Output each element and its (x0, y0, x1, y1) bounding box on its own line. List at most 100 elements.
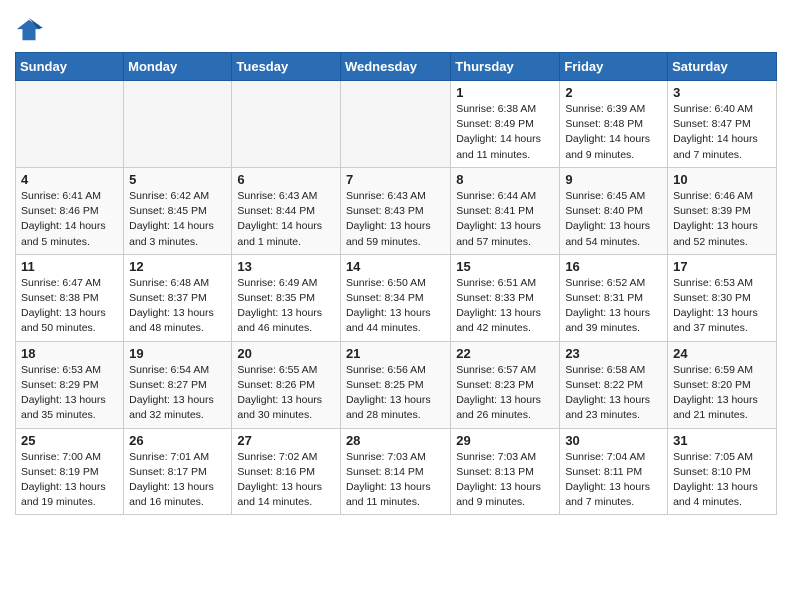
week-row-2: 11 Sunrise: 6:47 AM Sunset: 8:38 PM Dayli… (16, 254, 777, 341)
day-info: Sunrise: 6:46 AM Sunset: 8:39 PM Dayligh… (673, 189, 771, 250)
logo (15, 16, 47, 44)
calendar-cell: 3Sunrise: 6:40 AM Sunset: 8:47 PM Daylig… (668, 81, 777, 168)
day-info: Sunrise: 6:47 AM Sunset: 8:38 PM Dayligh… (21, 276, 118, 337)
day-number: 13 (237, 259, 335, 274)
day-info: Sunrise: 6:56 AM Sunset: 8:25 PM Dayligh… (346, 363, 445, 424)
day-number: 8 (456, 172, 554, 187)
day-info: Sunrise: 7:03 AM Sunset: 8:14 PM Dayligh… (346, 450, 445, 511)
day-number: 7 (346, 172, 445, 187)
day-number: 2 (565, 85, 662, 100)
header-sunday: Sunday (16, 53, 124, 81)
day-number: 14 (346, 259, 445, 274)
calendar-cell: 6 Sunrise: 6:43 AM Sunset: 8:44 PM Daylig… (232, 167, 341, 254)
calendar-cell: 9Sunrise: 6:45 AM Sunset: 8:40 PM Daylig… (560, 167, 668, 254)
calendar-cell: 28 Sunrise: 7:03 AM Sunset: 8:14 PM Dayli… (340, 428, 450, 515)
calendar-cell: 23Sunrise: 6:58 AM Sunset: 8:22 PM Dayli… (560, 341, 668, 428)
day-number: 25 (21, 433, 118, 448)
day-number: 19 (129, 346, 226, 361)
calendar-cell (16, 81, 124, 168)
calendar-cell: 17Sunrise: 6:53 AM Sunset: 8:30 PM Dayli… (668, 254, 777, 341)
day-info: Sunrise: 6:49 AM Sunset: 8:35 PM Dayligh… (237, 276, 335, 337)
calendar-cell: 10Sunrise: 6:46 AM Sunset: 8:39 PM Dayli… (668, 167, 777, 254)
day-number: 23 (565, 346, 662, 361)
calendar-cell: 18Sunrise: 6:53 AM Sunset: 8:29 PM Dayli… (16, 341, 124, 428)
day-info: Sunrise: 7:00 AM Sunset: 8:19 PM Dayligh… (21, 450, 118, 511)
day-info: Sunrise: 6:48 AM Sunset: 8:37 PM Dayligh… (129, 276, 226, 337)
day-number: 6 (237, 172, 335, 187)
day-info: Sunrise: 6:54 AM Sunset: 8:27 PM Dayligh… (129, 363, 226, 424)
day-info: Sunrise: 7:02 AM Sunset: 8:16 PM Dayligh… (237, 450, 335, 511)
page-header (15, 10, 777, 44)
day-number: 27 (237, 433, 335, 448)
calendar-cell: 31 Sunrise: 7:05 AM Sunset: 8:10 PM Dayli… (668, 428, 777, 515)
day-number: 12 (129, 259, 226, 274)
day-info: Sunrise: 6:53 AM Sunset: 8:29 PM Dayligh… (21, 363, 118, 424)
calendar-cell: 8 Sunrise: 6:44 AM Sunset: 8:41 PM Daylig… (451, 167, 560, 254)
day-info: Sunrise: 7:05 AM Sunset: 8:10 PM Dayligh… (673, 450, 771, 511)
calendar-cell: 12 Sunrise: 6:48 AM Sunset: 8:37 PM Dayli… (124, 254, 232, 341)
week-row-1: 4 Sunrise: 6:41 AM Sunset: 8:46 PM Daylig… (16, 167, 777, 254)
day-info: Sunrise: 6:43 AM Sunset: 8:43 PM Dayligh… (346, 189, 445, 250)
day-info: Sunrise: 6:59 AM Sunset: 8:20 PM Dayligh… (673, 363, 771, 424)
day-number: 5 (129, 172, 226, 187)
calendar-cell (340, 81, 450, 168)
day-number: 20 (237, 346, 335, 361)
calendar-cell: 30Sunrise: 7:04 AM Sunset: 8:11 PM Dayli… (560, 428, 668, 515)
day-info: Sunrise: 6:53 AM Sunset: 8:30 PM Dayligh… (673, 276, 771, 337)
day-number: 28 (346, 433, 445, 448)
calendar-cell: 14 Sunrise: 6:50 AM Sunset: 8:34 PM Dayli… (340, 254, 450, 341)
header-thursday: Thursday (451, 53, 560, 81)
week-row-0: 1 Sunrise: 6:38 AM Sunset: 8:49 PM Daylig… (16, 81, 777, 168)
day-info: Sunrise: 6:42 AM Sunset: 8:45 PM Dayligh… (129, 189, 226, 250)
calendar-cell: 7 Sunrise: 6:43 AM Sunset: 8:43 PM Daylig… (340, 167, 450, 254)
calendar-cell: 11 Sunrise: 6:47 AM Sunset: 8:38 PM Dayli… (16, 254, 124, 341)
day-info: Sunrise: 7:04 AM Sunset: 8:11 PM Dayligh… (565, 450, 662, 511)
calendar-cell: 13 Sunrise: 6:49 AM Sunset: 8:35 PM Dayli… (232, 254, 341, 341)
week-row-4: 25 Sunrise: 7:00 AM Sunset: 8:19 PM Dayli… (16, 428, 777, 515)
day-info: Sunrise: 6:38 AM Sunset: 8:49 PM Dayligh… (456, 102, 554, 163)
day-number: 16 (565, 259, 662, 274)
calendar-cell: 5 Sunrise: 6:42 AM Sunset: 8:45 PM Daylig… (124, 167, 232, 254)
calendar-cell: 27 Sunrise: 7:02 AM Sunset: 8:16 PM Dayli… (232, 428, 341, 515)
day-info: Sunrise: 6:43 AM Sunset: 8:44 PM Dayligh… (237, 189, 335, 250)
day-number: 1 (456, 85, 554, 100)
day-info: Sunrise: 7:03 AM Sunset: 8:13 PM Dayligh… (456, 450, 554, 511)
day-info: Sunrise: 6:50 AM Sunset: 8:34 PM Dayligh… (346, 276, 445, 337)
calendar-cell: 22 Sunrise: 6:57 AM Sunset: 8:23 PM Dayli… (451, 341, 560, 428)
day-info: Sunrise: 6:41 AM Sunset: 8:46 PM Dayligh… (21, 189, 118, 250)
calendar-cell: 25 Sunrise: 7:00 AM Sunset: 8:19 PM Dayli… (16, 428, 124, 515)
day-number: 21 (346, 346, 445, 361)
day-number: 11 (21, 259, 118, 274)
header-saturday: Saturday (668, 53, 777, 81)
header-friday: Friday (560, 53, 668, 81)
day-info: Sunrise: 6:57 AM Sunset: 8:23 PM Dayligh… (456, 363, 554, 424)
calendar-cell (232, 81, 341, 168)
calendar-cell: 26 Sunrise: 7:01 AM Sunset: 8:17 PM Dayli… (124, 428, 232, 515)
day-number: 15 (456, 259, 554, 274)
calendar-cell: 2Sunrise: 6:39 AM Sunset: 8:48 PM Daylig… (560, 81, 668, 168)
day-info: Sunrise: 6:44 AM Sunset: 8:41 PM Dayligh… (456, 189, 554, 250)
day-info: Sunrise: 6:55 AM Sunset: 8:26 PM Dayligh… (237, 363, 335, 424)
calendar-table: SundayMondayTuesdayWednesdayThursdayFrid… (15, 52, 777, 515)
logo-icon (15, 16, 43, 44)
calendar-cell (124, 81, 232, 168)
calendar-cell: 15 Sunrise: 6:51 AM Sunset: 8:33 PM Dayli… (451, 254, 560, 341)
day-info: Sunrise: 6:51 AM Sunset: 8:33 PM Dayligh… (456, 276, 554, 337)
header-monday: Monday (124, 53, 232, 81)
day-number: 9 (565, 172, 662, 187)
day-info: Sunrise: 6:52 AM Sunset: 8:31 PM Dayligh… (565, 276, 662, 337)
calendar-cell: 24Sunrise: 6:59 AM Sunset: 8:20 PM Dayli… (668, 341, 777, 428)
day-number: 22 (456, 346, 554, 361)
header-wednesday: Wednesday (340, 53, 450, 81)
day-number: 3 (673, 85, 771, 100)
day-number: 31 (673, 433, 771, 448)
calendar-cell: 1 Sunrise: 6:38 AM Sunset: 8:49 PM Daylig… (451, 81, 560, 168)
calendar-cell: 21 Sunrise: 6:56 AM Sunset: 8:25 PM Dayli… (340, 341, 450, 428)
day-info: Sunrise: 7:01 AM Sunset: 8:17 PM Dayligh… (129, 450, 226, 511)
calendar-header-row: SundayMondayTuesdayWednesdayThursdayFrid… (16, 53, 777, 81)
header-tuesday: Tuesday (232, 53, 341, 81)
calendar-cell: 20 Sunrise: 6:55 AM Sunset: 8:26 PM Dayli… (232, 341, 341, 428)
day-number: 4 (21, 172, 118, 187)
week-row-3: 18Sunrise: 6:53 AM Sunset: 8:29 PM Dayli… (16, 341, 777, 428)
day-number: 26 (129, 433, 226, 448)
